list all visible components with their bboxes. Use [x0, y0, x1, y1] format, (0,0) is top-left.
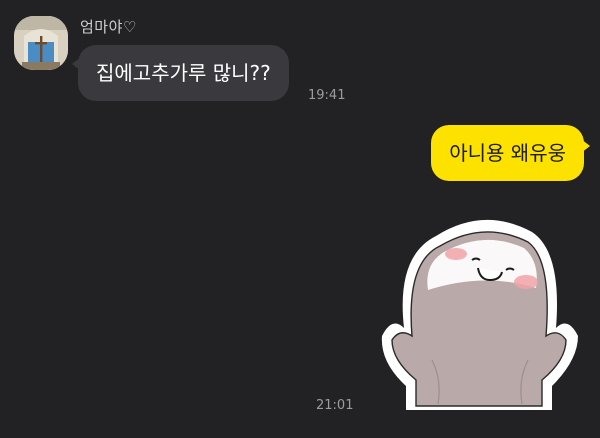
outgoing-message-bubble[interactable]: 아니용 왜유웅 — [431, 125, 590, 181]
ghost-sticker-image — [381, 219, 578, 410]
church-photo-icon — [14, 16, 68, 70]
sender-avatar[interactable] — [14, 16, 68, 70]
white-ghost-blob-sticker[interactable] — [372, 210, 588, 416]
sender-name: 엄마야♡ — [80, 18, 137, 36]
message-timestamp: 19:41 — [308, 88, 346, 103]
chat-room: 엄마야♡ 집에고추가루 많니?? 19:41 아니용 왜유웅 21:01 — [0, 0, 600, 438]
message-timestamp: 21:01 — [316, 398, 354, 413]
incoming-message-bubble[interactable]: 집에고추가루 많니?? — [72, 45, 289, 101]
